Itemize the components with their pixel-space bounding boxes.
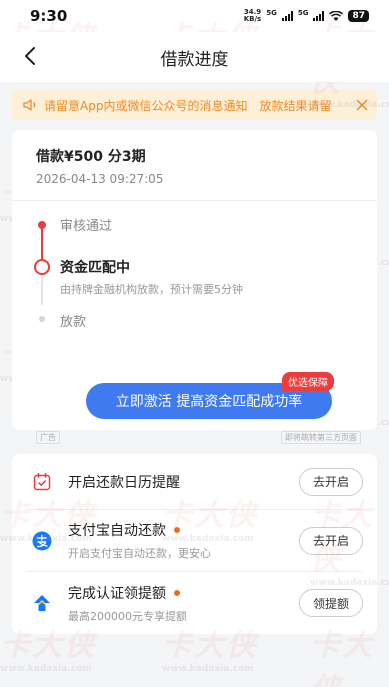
signal-icon: [281, 11, 293, 21]
enable-calendar-button[interactable]: 去开启: [298, 467, 363, 496]
timeline-line-pending: [41, 277, 43, 305]
timeline-dot-done: [38, 221, 46, 229]
notification-dot: [174, 527, 180, 533]
speaker-icon: [23, 99, 36, 111]
third-party-tag: 即将跳转第三方页面: [281, 431, 361, 444]
progress-timeline: 审核通过 资金匹配中 由持牌金融机构放款，预计需要5分钟 放款: [34, 215, 361, 335]
action-list: 开启还款日历提醒 去开启 支付宝自动还款 开启支付宝自动还款，更安心 去开启 完…: [12, 454, 377, 634]
ad-tag: 广告: [36, 431, 60, 444]
step-approved: 审核通过: [60, 219, 113, 234]
boost-badge: 优选保障: [282, 372, 334, 391]
row-subtitle: 开启支付宝自动还款，更安心: [68, 547, 211, 560]
ad-row: 广告 即将跳转第三方页面: [36, 431, 361, 444]
close-icon[interactable]: [355, 98, 369, 112]
list-item-alipay-autopay[interactable]: 支付宝自动还款 开启支付宝自动还款，更安心 去开启: [26, 510, 363, 572]
list-item-calendar-reminder[interactable]: 开启还款日历提醒 去开启: [26, 454, 363, 510]
row-text: 支付宝自动还款 开启支付宝自动还款，更安心: [68, 520, 299, 561]
step-matching-desc: 由持牌金融机构放款，预计需要5分钟: [60, 283, 243, 296]
status-time: 9:30: [30, 7, 68, 25]
status-bar: 9:30 34.9 KB/s 5G 5G 87: [0, 0, 389, 32]
row-title-with-dot: 支付宝自动还款: [68, 520, 299, 540]
timeline-dot-current: [34, 259, 50, 275]
status-indicators: 34.9 KB/s 5G 5G 87: [244, 9, 369, 23]
step-matching: 资金匹配中: [60, 260, 130, 276]
row-text: 完成认证领提额 最高200000元专享提额: [68, 583, 299, 624]
notice-bar: 请留意App内或微信公众号的消息通知 放款结果请留: [12, 90, 377, 120]
boost-container: 立即激活 提高资金匹配成功率 优选保障: [86, 372, 334, 419]
calendar-icon: [33, 472, 51, 490]
claim-limit-button[interactable]: 领提额: [298, 589, 363, 617]
loan-summary: 借款¥500 分3期: [36, 149, 146, 165]
timeline-dot-pending: [39, 316, 45, 322]
notice-text: 请留意App内或微信公众号的消息通知 放款结果请留: [44, 98, 332, 113]
list-item-credit-boost[interactable]: 完成认证领提额 最高200000元专享提额 领提额: [26, 572, 363, 634]
wifi-icon: [329, 10, 344, 21]
row-title: 开启还款日历提醒: [68, 474, 180, 491]
loan-progress-card: 借款¥500 分3期 2026-04-13 09:27:05 审核通过 资金匹配…: [12, 130, 377, 444]
page-title: 借款进度: [160, 49, 229, 70]
enable-alipay-button[interactable]: 去开启: [298, 526, 363, 555]
credit-boost-icon: [34, 595, 50, 611]
row-text: 开启还款日历提醒: [68, 472, 299, 492]
notification-dot: [174, 589, 180, 596]
signal-icon: [313, 11, 325, 21]
page-header: 借款进度: [0, 32, 389, 82]
alipay-icon: [32, 531, 52, 550]
signal-label: 5G: [266, 9, 277, 17]
timeline-line-done: [41, 223, 43, 263]
divider: [12, 200, 377, 201]
loan-date: 2026-04-13 09:27:05: [36, 172, 164, 186]
row-subtitle: 最高200000元专享提额: [68, 609, 187, 623]
battery-icon: 87: [348, 10, 369, 22]
row-title-with-dot: 完成认证领提额: [68, 583, 299, 603]
step-disbursement: 放款: [60, 315, 87, 330]
signal-label: 5G: [297, 9, 309, 17]
network-speed: 34.9 KB/s: [243, 8, 262, 23]
back-arrow-icon[interactable]: [20, 45, 42, 67]
